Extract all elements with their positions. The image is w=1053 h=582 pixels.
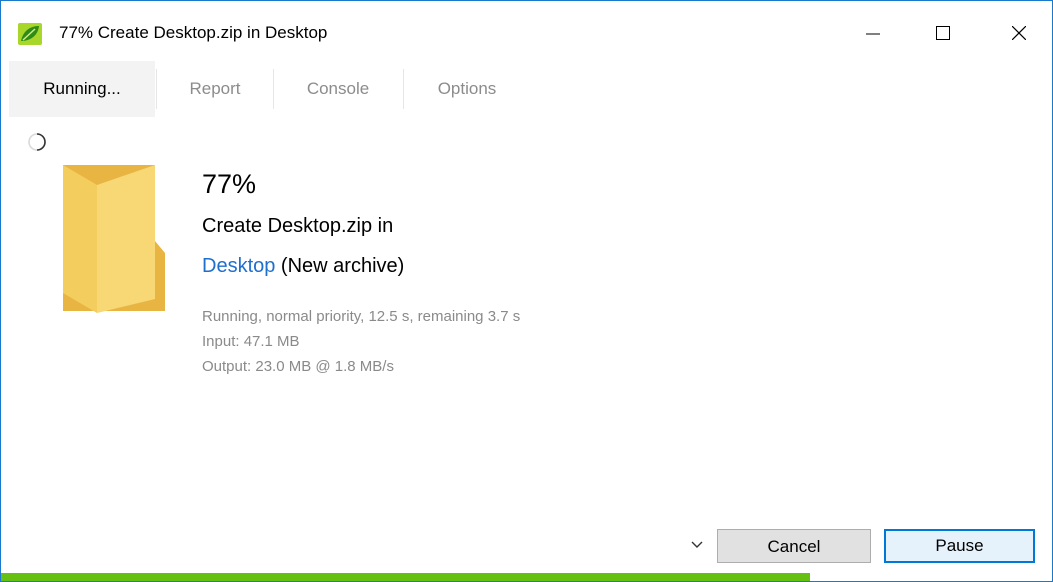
tab-console[interactable]: Console bbox=[274, 61, 402, 117]
window-title: 77% Create Desktop.zip in Desktop bbox=[59, 23, 328, 42]
folder-icon bbox=[63, 165, 165, 313]
maximize-button[interactable] bbox=[920, 11, 966, 55]
destination-suffix: (New archive) bbox=[275, 255, 405, 277]
progress-fill bbox=[1, 573, 811, 581]
task-description: Create Desktop.zip in bbox=[202, 215, 394, 237]
tab-report[interactable]: Report bbox=[157, 61, 273, 117]
cancel-button[interactable]: Cancel bbox=[717, 529, 871, 563]
close-button[interactable] bbox=[996, 11, 1042, 55]
task-window: 77% Create Desktop.zip in Desktop Runnin… bbox=[0, 0, 1053, 582]
tab-options[interactable]: Options bbox=[404, 61, 530, 117]
status-line: Running, normal priority, 12.5 s, remain… bbox=[202, 308, 521, 325]
chevron-down-icon bbox=[691, 541, 703, 548]
tab-running[interactable]: Running... bbox=[9, 61, 155, 117]
more-options-button[interactable] bbox=[685, 539, 709, 559]
progress-bar bbox=[1, 573, 1052, 581]
task-destination: Desktop (New archive) bbox=[202, 255, 404, 278]
pause-button[interactable]: Pause bbox=[884, 529, 1035, 563]
close-icon bbox=[1012, 26, 1026, 40]
input-size: Input: 47.1 MB bbox=[202, 333, 300, 350]
output-size: Output: 23.0 MB @ 1.8 MB/s bbox=[202, 358, 394, 375]
title-bar[interactable]: 77% Create Desktop.zip in Desktop bbox=[1, 1, 1052, 61]
destination-link[interactable]: Desktop bbox=[202, 255, 275, 277]
progress-percent: 77% bbox=[202, 169, 257, 199]
status-details: Running, normal priority, 12.5 s, remain… bbox=[202, 304, 520, 379]
loading-spinner-icon bbox=[28, 133, 46, 151]
minimize-icon bbox=[866, 33, 880, 35]
peazip-leaf-icon bbox=[18, 23, 42, 45]
minimize-button[interactable] bbox=[850, 11, 896, 55]
tab-bar: Running... Report Console Options bbox=[1, 61, 1052, 117]
maximize-icon bbox=[936, 26, 950, 40]
